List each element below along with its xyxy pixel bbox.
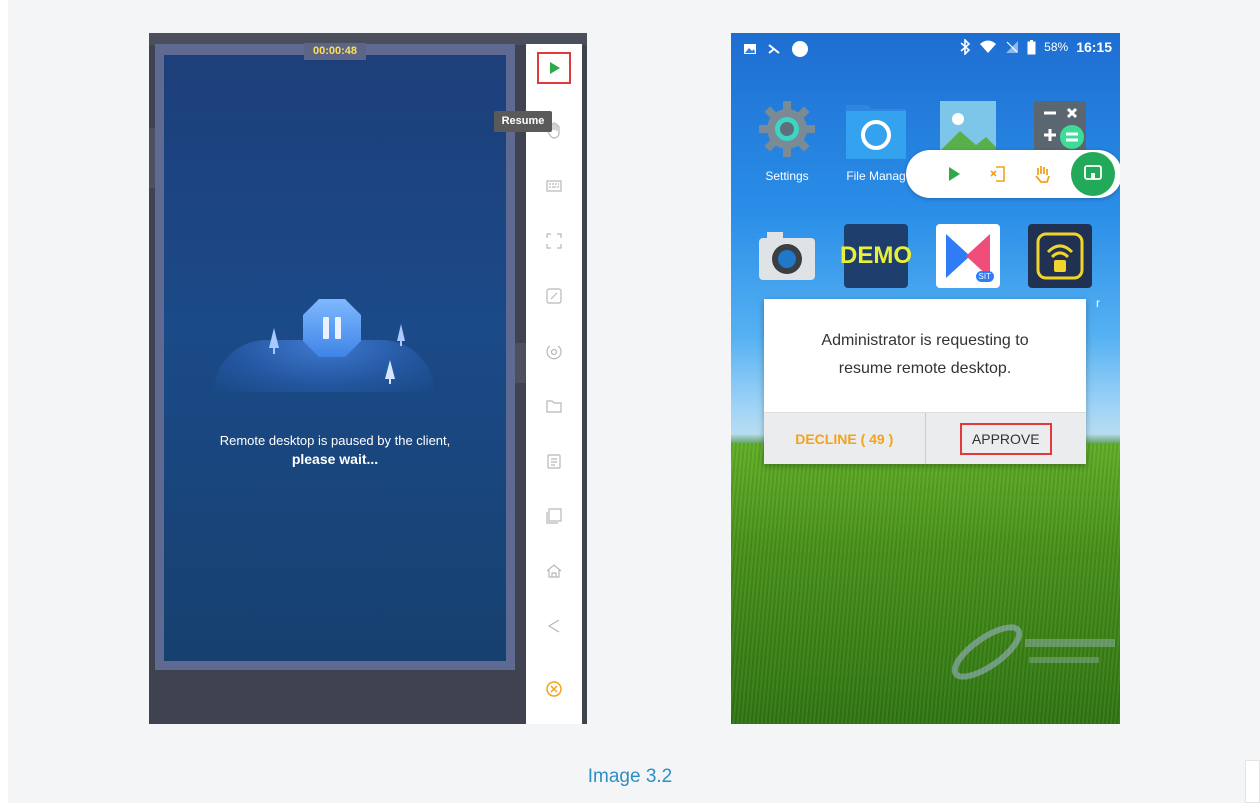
app-demo[interactable]: DEMO	[836, 224, 916, 296]
app-remote-receiver[interactable]: r	[1020, 224, 1100, 310]
tree-icon	[269, 328, 279, 354]
sit-badge: SIT	[975, 271, 994, 282]
clock-time: 16:15	[1076, 39, 1112, 55]
battery-icon	[1027, 39, 1036, 54]
record-button[interactable]	[539, 336, 569, 366]
phone-screen: 58% 16:15 Settings File Manag DEMO SIT r…	[731, 33, 1120, 724]
camera-icon	[759, 232, 815, 280]
dialog-actions: DECLINE ( 49 ) APPROVE	[764, 412, 1086, 464]
approve-label: APPROVE	[959, 422, 1052, 455]
tree-icon	[397, 324, 405, 346]
sit-app-icon: SIT	[936, 224, 1000, 288]
approve-button[interactable]: APPROVE	[926, 413, 1087, 464]
float-main-button[interactable]	[1071, 152, 1115, 196]
status-bar: 58% 16:15	[731, 33, 1120, 65]
keyboard-icon	[546, 180, 562, 192]
screen-share-icon	[1084, 165, 1102, 180]
floating-remote-toolbar	[906, 150, 1120, 198]
resume-tooltip: Resume	[494, 111, 552, 132]
paused-illustration	[214, 288, 434, 392]
app-label: File Manag	[846, 169, 906, 183]
resume-request-dialog: Administrator is requesting to resume re…	[764, 299, 1086, 464]
screenshot-button[interactable]	[539, 226, 569, 256]
home-button[interactable]	[539, 556, 569, 586]
remote-toolbar	[526, 44, 582, 724]
app-settings[interactable]: Settings	[747, 97, 827, 183]
exit-icon	[990, 166, 1005, 182]
session-timer: 00:00:48	[304, 43, 366, 60]
play-icon	[949, 167, 960, 181]
app-file-manager[interactable]: File Manag	[836, 97, 916, 183]
tree-icon	[385, 360, 395, 384]
folder-icon	[546, 400, 562, 413]
close-session-button[interactable]	[539, 674, 569, 704]
app-sit[interactable]: SIT	[928, 224, 1008, 296]
keyboard-button[interactable]	[539, 171, 569, 201]
image-notification-icon	[744, 44, 756, 54]
dialog-message: Administrator is requesting to resume re…	[764, 327, 1086, 383]
remote-receiver-icon	[1028, 224, 1092, 288]
no-signal-icon	[1006, 41, 1019, 53]
gear-icon	[759, 101, 815, 157]
clipboard-button[interactable]	[539, 446, 569, 476]
paused-message-line: Remote desktop is paused by the client,	[219, 433, 451, 448]
corner-widget	[1245, 760, 1260, 803]
pen-icon	[546, 288, 562, 304]
folder-button[interactable]	[539, 391, 569, 421]
remote-viewer: 00:00:48 Remote desktop is paused by the…	[149, 33, 587, 724]
watermark-logo-icon	[951, 624, 1115, 680]
recent-apps-icon	[546, 508, 562, 524]
resume-button[interactable]	[537, 52, 571, 84]
missed-call-icon	[768, 44, 780, 54]
folder-app-icon	[846, 105, 906, 159]
play-icon	[550, 62, 560, 74]
paused-message: Remote desktop is paused by the client, …	[164, 432, 506, 468]
app-label: Settings	[765, 169, 809, 183]
demo-icon-text: DEMO	[840, 242, 912, 269]
float-hand-button[interactable]	[1030, 162, 1054, 186]
crop-icon	[546, 233, 562, 249]
image-caption: Image 3.2	[587, 766, 673, 787]
clipboard-icon	[547, 454, 561, 469]
decline-button[interactable]: DECLINE ( 49 )	[764, 413, 926, 464]
bluetooth-icon	[960, 39, 971, 55]
circle-notification-icon	[792, 41, 808, 57]
wifi-lock-icon	[1036, 232, 1084, 280]
paused-wait-line: please wait...	[291, 451, 379, 467]
dialog-line-1: Administrator is requesting to	[821, 332, 1029, 349]
float-exit-button[interactable]	[986, 162, 1010, 186]
float-resume-button[interactable]	[942, 162, 966, 186]
back-icon	[547, 619, 560, 633]
battery-percent: 58%	[1044, 40, 1069, 54]
record-icon	[546, 345, 562, 360]
app-camera[interactable]	[747, 224, 827, 296]
home-icon	[546, 564, 562, 578]
hand-icon	[1035, 166, 1050, 183]
draw-button[interactable]	[539, 281, 569, 311]
wifi-icon	[980, 40, 997, 53]
recent-apps-button[interactable]	[539, 501, 569, 531]
demo-app-icon: DEMO	[840, 224, 912, 288]
back-button[interactable]	[539, 611, 569, 641]
close-circle-icon	[546, 681, 562, 697]
dialog-line-2: resume remote desktop.	[838, 360, 1012, 377]
pause-badge-icon	[303, 299, 361, 357]
